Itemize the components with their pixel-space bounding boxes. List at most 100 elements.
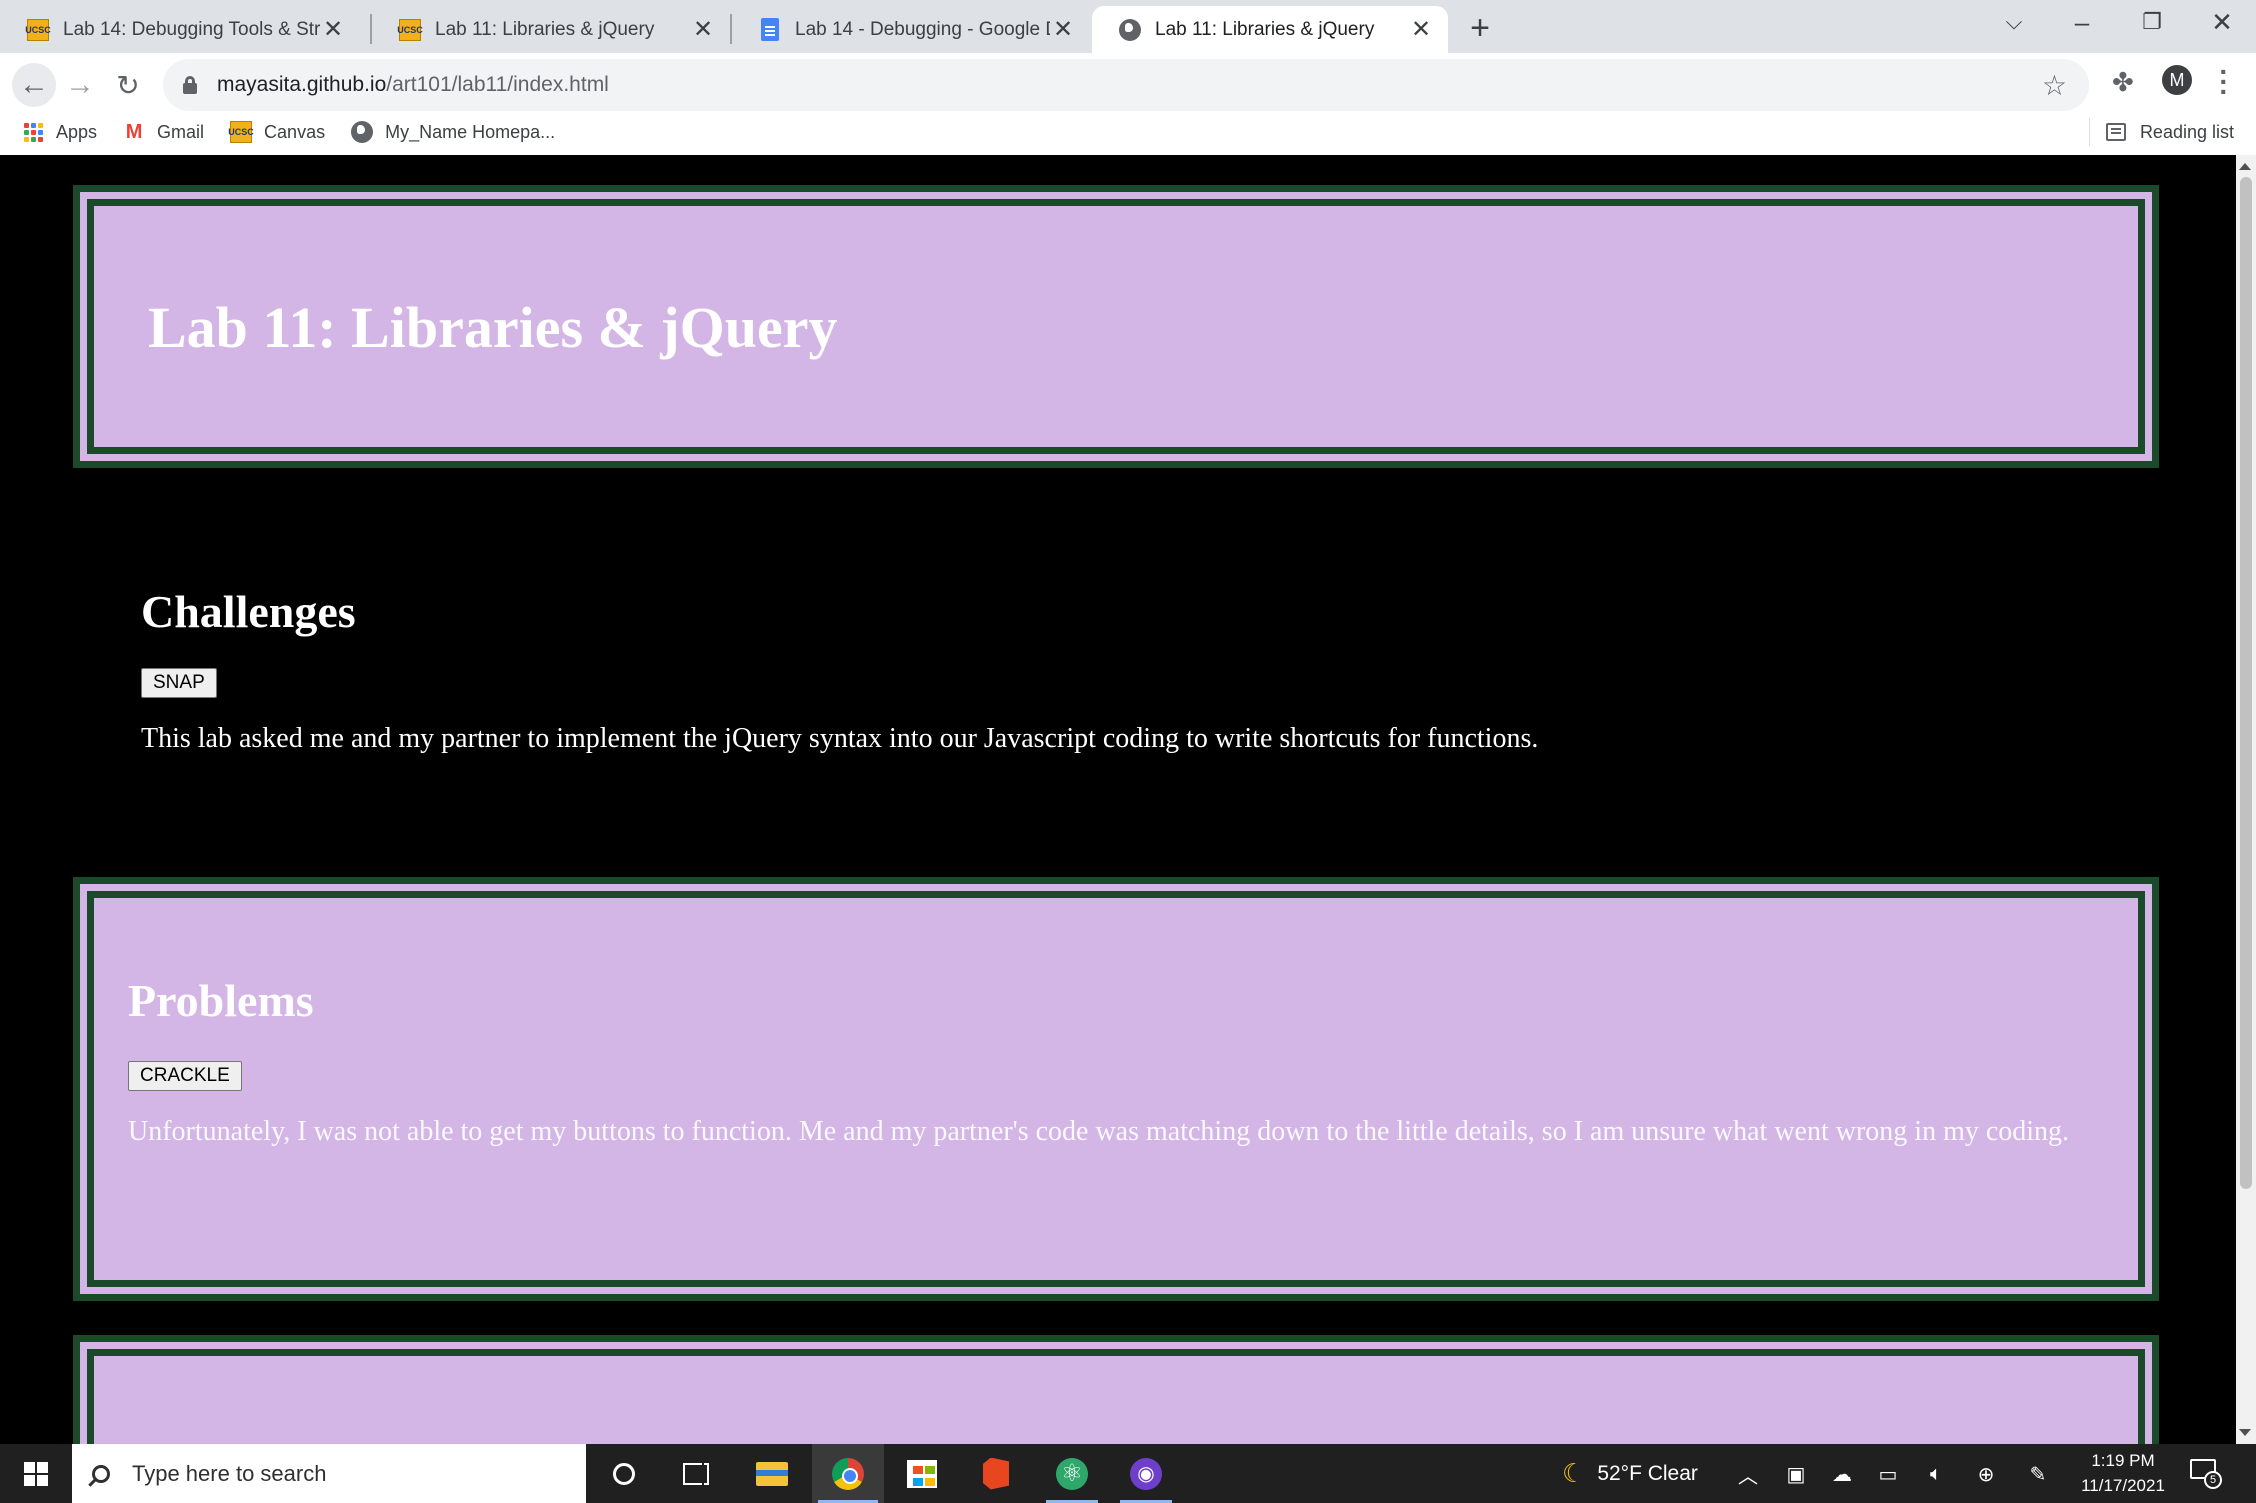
notification-count-badge: 5 (2204, 1471, 2222, 1489)
reading-list-label: Reading list (2139, 121, 2234, 142)
gmail-icon: M (125, 120, 143, 143)
weather-text: 52°F Clear (1597, 1461, 1698, 1485)
restore-button[interactable]: ❐ (2120, 0, 2184, 44)
start-button[interactable] (0, 1444, 72, 1503)
close-tab-icon[interactable]: ✕ (1408, 16, 1434, 43)
windows-logo-icon (24, 1461, 48, 1486)
folder-icon (756, 1461, 788, 1486)
ucsc-icon: UCSC (397, 18, 423, 42)
bookmark-star-icon[interactable]: ☆ (2042, 69, 2067, 102)
cortana-button[interactable] (588, 1444, 660, 1503)
scroll-up-arrow-icon[interactable] (2239, 163, 2251, 170)
profile-avatar[interactable]: M (2162, 65, 2192, 95)
github-icon: ◉ (1130, 1457, 1162, 1490)
notification-center-button[interactable]: 5 (2190, 1459, 2222, 1489)
moon-icon: ☾ (1562, 1458, 1586, 1488)
ucsc-icon: UCSC (25, 18, 51, 42)
meet-now-icon[interactable]: ▣ (1784, 1462, 1808, 1486)
tab-lab11-libraries-active[interactable]: Lab 11: Libraries & jQuery ✕ (1092, 6, 1448, 53)
chrome-icon (832, 1457, 864, 1490)
taskbar-search-box[interactable]: Type here to search (72, 1444, 586, 1503)
close-tab-icon[interactable]: ✕ (1050, 16, 1076, 43)
bookmark-label: Apps (56, 121, 98, 142)
search-placeholder: Type here to search (132, 1460, 327, 1486)
minimize-button[interactable]: – (2050, 0, 2114, 44)
bookmark-label: Gmail (157, 121, 205, 142)
bookmark-label: Canvas (264, 121, 326, 142)
scrollbar-thumb[interactable] (2240, 177, 2252, 1189)
tab-title: Lab 14 - Debugging - Google Do (795, 18, 1050, 40)
challenges-heading: Challenges (141, 586, 356, 637)
tab-title: Lab 14: Debugging Tools & Strate (63, 18, 320, 40)
system-clock[interactable]: 1:19 PM 11/17/2021 (2074, 1448, 2172, 1498)
bookmarks-divider (2089, 118, 2090, 146)
atom-button[interactable]: ⚛ (1036, 1444, 1108, 1503)
problems-heading: Problems (128, 975, 314, 1026)
bookmark-canvas[interactable]: UCSC Canvas (228, 121, 326, 143)
weather-widget[interactable]: ☾ 52°F Clear (1562, 1444, 1698, 1503)
task-view-button[interactable] (660, 1444, 732, 1503)
url-path: /art101/lab11/index.html (386, 73, 609, 96)
problems-panel: Problems CRACKLE Unfortunately, I was no… (73, 877, 2159, 1301)
reload-button[interactable]: ↻ (106, 63, 150, 107)
reading-list-button[interactable]: Reading list (2105, 121, 2234, 143)
google-docs-icon (758, 18, 782, 42)
close-tab-icon[interactable]: ✕ (690, 16, 716, 43)
tab-lab14-debugging-tools[interactable]: UCSC Lab 14: Debugging Tools & Strate ✕ (0, 6, 360, 53)
battery-icon[interactable]: ▭ (1876, 1462, 1900, 1486)
tab-google-docs[interactable]: Lab 14 - Debugging - Google Do ✕ (732, 6, 1090, 53)
bookmark-apps[interactable]: Apps (22, 121, 97, 143)
close-window-button[interactable]: ✕ (2190, 0, 2254, 44)
lock-icon[interactable] (183, 76, 197, 94)
close-tab-icon[interactable]: ✕ (320, 16, 346, 43)
pen-workspace-icon[interactable]: ✎ (2026, 1462, 2050, 1486)
problems-section: Problems CRACKLE Unfortunately, I was no… (128, 974, 2104, 1149)
store-bag-icon (907, 1459, 937, 1488)
browser-menu-icon[interactable]: · · · (2212, 58, 2236, 106)
page-scrollbar[interactable] (2236, 155, 2256, 1444)
atom-icon: ⚛ (1056, 1457, 1088, 1490)
tab-strip: UCSC Lab 14: Debugging Tools & Strate ✕ … (0, 0, 2256, 53)
new-tab-button[interactable]: + (1462, 9, 1498, 47)
crackle-button[interactable]: CRACKLE (128, 1061, 242, 1091)
forward-button[interactable]: → (58, 63, 102, 107)
office-button[interactable] (960, 1444, 1032, 1503)
tab-search-chevron-icon[interactable]: ⌵ (1982, 0, 2046, 44)
task-view-icon (683, 1462, 709, 1485)
windows-taskbar: Type here to search ⚛ ◉ ☾ 52°F Clear ︿ ▣… (0, 1444, 2256, 1503)
volume-icon[interactable]: 🔈︎ (1924, 1462, 1948, 1486)
tab-lab11-libraries[interactable]: UCSC Lab 11: Libraries & jQuery ✕ (372, 6, 730, 53)
challenges-text: This lab asked me and my partner to impl… (141, 723, 1539, 754)
globe-icon (1118, 18, 1142, 42)
show-hidden-icons-chevron-icon[interactable]: ︿ (1736, 1462, 1760, 1488)
problems-text: Unfortunately, I was not able to get my … (128, 1116, 2070, 1147)
bookmark-my-name-homepage[interactable]: My_Name Homepa... (351, 121, 555, 143)
cortana-circle-icon (613, 1462, 635, 1485)
github-desktop-button[interactable]: ◉ (1110, 1444, 1182, 1503)
page-title: Lab 11: Libraries & jQuery (148, 295, 838, 360)
page-viewport: Lab 11: Libraries & jQuery Challenges SN… (0, 155, 2236, 1444)
snap-button[interactable]: SNAP (141, 668, 217, 698)
file-explorer-button[interactable] (736, 1444, 808, 1503)
url-host: mayasita.github.io (217, 73, 387, 96)
microsoft-store-button[interactable] (886, 1444, 958, 1503)
bookmark-gmail[interactable]: M Gmail (123, 121, 204, 143)
ucsc-icon: UCSC (228, 121, 254, 143)
chrome-taskbar-button[interactable] (812, 1444, 884, 1503)
clock-date: 11/17/2021 (2081, 1476, 2165, 1495)
apps-grid-icon (22, 121, 44, 143)
tab-title: Lab 11: Libraries & jQuery (435, 18, 655, 40)
challenges-section: Challenges SNAP This lab asked me and my… (141, 585, 2091, 756)
onedrive-cloud-icon[interactable]: ☁ (1830, 1462, 1854, 1486)
address-bar[interactable]: mayasita.github.io/art101/lab11/index.ht… (163, 59, 2089, 111)
back-button[interactable]: ← (12, 63, 56, 107)
header-panel: Lab 11: Libraries & jQuery (73, 185, 2159, 468)
extensions-puzzle-icon[interactable]: ✤ (2112, 67, 2134, 98)
reading-list-icon (2105, 123, 2126, 141)
scroll-down-arrow-icon[interactable] (2239, 1429, 2251, 1436)
network-globe-icon[interactable]: ⊕ (1974, 1462, 1998, 1486)
office-icon (983, 1457, 1009, 1490)
bookmarks-bar: Apps M Gmail UCSC Canvas My_Name Homepa.… (0, 111, 2256, 153)
clock-time: 1:19 PM (2091, 1451, 2155, 1470)
globe-icon (351, 121, 374, 143)
